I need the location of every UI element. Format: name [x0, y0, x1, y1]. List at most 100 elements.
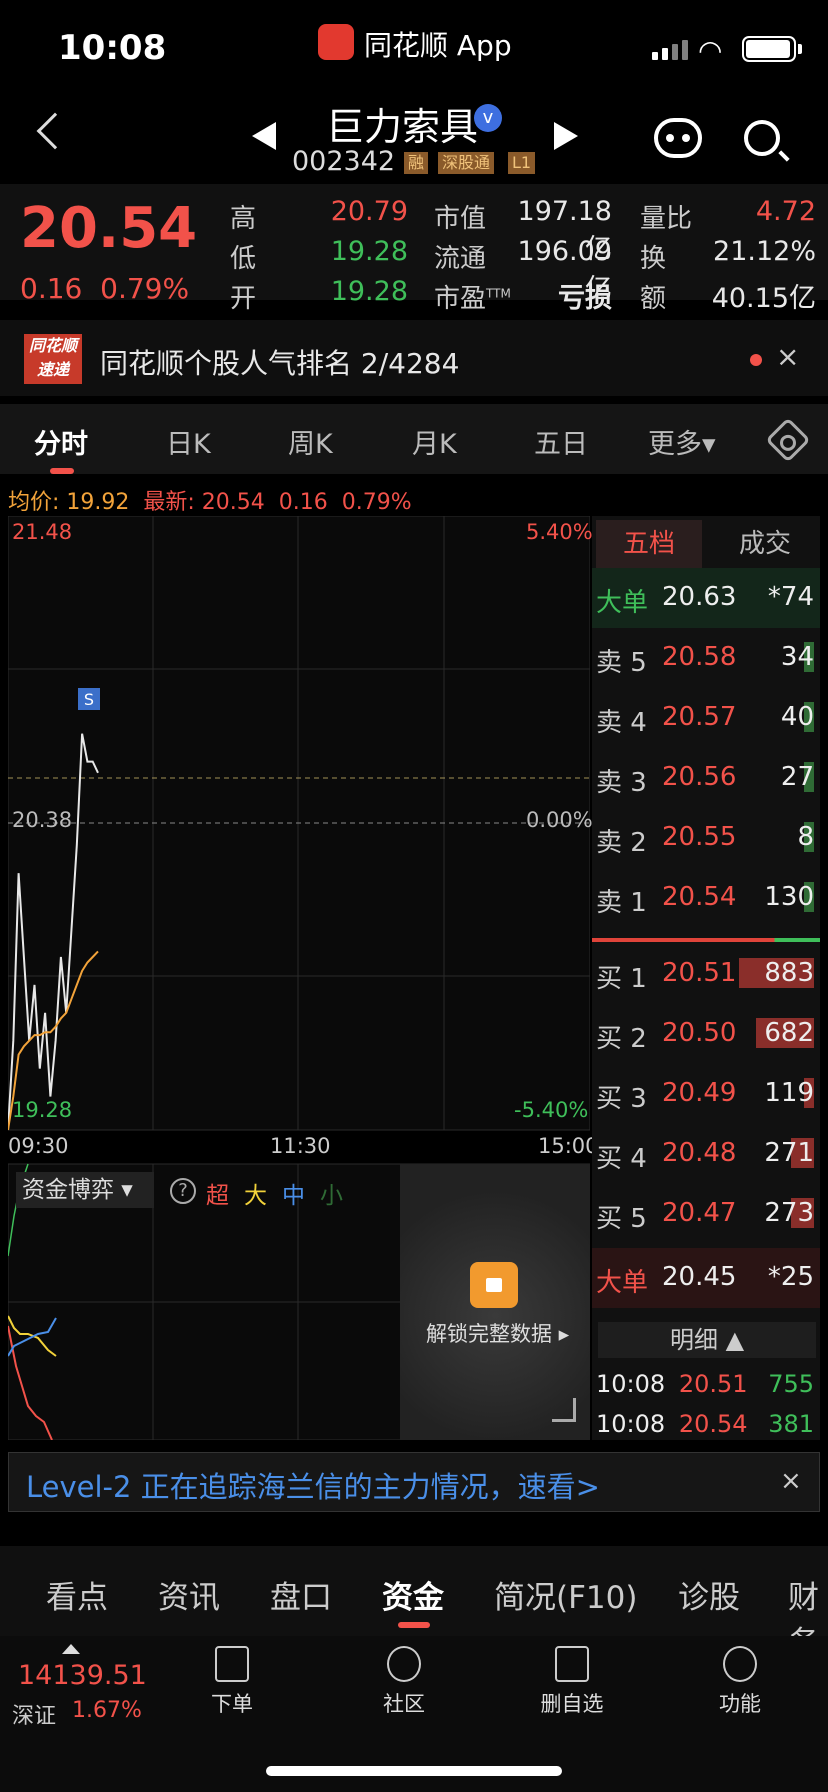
- tab-order-flow[interactable]: 盘口: [270, 1572, 332, 1617]
- expand-icon[interactable]: [552, 1398, 576, 1422]
- level-volume: 682: [764, 1018, 814, 1048]
- index-expand-icon[interactable]: [62, 1644, 80, 1654]
- axis-mid-percent: 0.00%: [526, 808, 593, 832]
- trade-price: 20.51: [678, 1370, 748, 1398]
- level-volume: 27: [780, 762, 814, 792]
- tab-trades[interactable]: 成交: [712, 520, 818, 568]
- level-price: 20.57: [662, 702, 737, 732]
- level-label: 买 1: [596, 964, 647, 994]
- level-volume: 40: [780, 702, 814, 732]
- low-value: 19.28: [330, 236, 408, 267]
- axis-time-open: 09:30: [8, 1134, 69, 1158]
- level-label: 卖 3: [596, 768, 647, 798]
- robot-icon[interactable]: [654, 118, 702, 158]
- community-button[interactable]: 社区: [354, 1646, 454, 1718]
- price-change: 0.16 0.79%: [20, 272, 189, 305]
- high-value: 20.79: [330, 196, 408, 227]
- order-book-row: 卖 1 20.54 130: [592, 868, 820, 928]
- level-label: 买 2: [596, 1024, 647, 1054]
- level-price: 20.55: [662, 822, 737, 852]
- level-price: 20.50: [662, 1018, 737, 1048]
- legend-small: 小: [320, 1183, 343, 1209]
- tab-news[interactable]: 资讯: [158, 1572, 220, 1617]
- low-label: 低: [230, 244, 257, 274]
- order-button[interactable]: 下单: [182, 1646, 282, 1718]
- level-volume: *74: [767, 582, 814, 612]
- legend-medium: 中: [282, 1183, 305, 1209]
- level-label: 卖 2: [596, 828, 647, 858]
- lock-icon[interactable]: [470, 1262, 518, 1308]
- functions-label: 功能: [719, 1692, 761, 1716]
- turnover-value: 21.12%: [713, 236, 816, 267]
- trade-time: 10:08: [596, 1370, 666, 1398]
- back-icon[interactable]: [36, 112, 74, 150]
- tab-weekly-k[interactable]: 周K: [288, 422, 333, 461]
- tab-daily-k[interactable]: 日K: [166, 422, 211, 461]
- level2-text[interactable]: Level-2 正在追踪海兰信的主力情况，速看>: [26, 1464, 600, 1506]
- level-price: 20.45: [662, 1262, 737, 1292]
- order-book-row: 买 2 20.50 682: [592, 1004, 820, 1064]
- tab-monthly-k[interactable]: 月K: [412, 422, 457, 461]
- tab-highlights[interactable]: 看点: [46, 1572, 108, 1617]
- last-price: 20.54: [20, 196, 198, 261]
- next-stock-icon[interactable]: [554, 122, 578, 150]
- tab-five-levels[interactable]: 五档: [596, 520, 702, 568]
- tab-five-day[interactable]: 五日: [534, 422, 588, 461]
- remove-watchlist-button[interactable]: 删自选: [522, 1646, 622, 1718]
- tab-capital[interactable]: 资金: [382, 1572, 444, 1617]
- level-volume: 883: [764, 958, 814, 988]
- level-label: 大单: [596, 1268, 649, 1298]
- index-name: 深证: [12, 1704, 57, 1729]
- close-icon[interactable]: ×: [780, 1466, 802, 1496]
- tab-f10[interactable]: 简况(F10): [494, 1572, 637, 1617]
- active-tab-indicator: [50, 468, 74, 474]
- app-name: 同花顺 App: [364, 29, 512, 62]
- level-price: 20.63: [662, 582, 737, 612]
- change-value: 0.16: [20, 272, 83, 305]
- level-price: 20.49: [662, 1078, 737, 1108]
- margin-tag: 融: [404, 152, 429, 174]
- level-price: 20.58: [662, 642, 737, 672]
- detail-header[interactable]: 明细 ▲: [598, 1322, 816, 1358]
- level-label: 大单: [596, 588, 649, 618]
- tab-more[interactable]: 更多▾: [648, 422, 716, 461]
- community-icon: [387, 1646, 421, 1682]
- level-volume: *25: [767, 1262, 814, 1292]
- search-icon[interactable]: [744, 120, 780, 156]
- remove-watchlist-icon: [555, 1646, 589, 1682]
- amount-label: 额: [640, 284, 667, 314]
- order-book-row: 买 4 20.48 271: [592, 1124, 820, 1184]
- capital-dropdown[interactable]: 资金博弈 ▾: [16, 1172, 154, 1208]
- stock-name: 巨力索具: [326, 105, 479, 149]
- level-volume: 130: [764, 882, 814, 912]
- prev-stock-icon[interactable]: [252, 122, 276, 150]
- float-cap-label: 流通: [434, 244, 487, 274]
- latest-price: 最新: 20.54: [143, 490, 265, 515]
- close-icon[interactable]: ×: [776, 340, 799, 373]
- level-label: 卖 4: [596, 708, 647, 738]
- signal-icon: [652, 40, 688, 60]
- app-logo-icon: [318, 24, 354, 60]
- unlock-data-link[interactable]: 解锁完整数据 ▸: [426, 1318, 569, 1348]
- help-icon[interactable]: ?: [170, 1178, 196, 1204]
- volume-ratio-value: 4.72: [755, 196, 816, 227]
- tab-diagnose[interactable]: 诊股: [678, 1572, 740, 1617]
- marker-label: S: [84, 690, 94, 709]
- axis-top-price: 21.48: [12, 520, 73, 544]
- volume-ratio-label: 量比: [640, 204, 693, 234]
- status-time: 10:08: [58, 28, 167, 68]
- axis-time-close: 15:00: [538, 1134, 599, 1158]
- amount-value: 40.15亿: [711, 283, 816, 314]
- index-value[interactable]: 14139.51: [18, 1660, 147, 1691]
- rank-text[interactable]: 同花顺个股人气排名 2/4284: [100, 342, 459, 382]
- tab-intraday[interactable]: 分时: [34, 422, 88, 461]
- level-volume: 119: [764, 1078, 814, 1108]
- functions-button[interactable]: 功能: [690, 1646, 790, 1718]
- trade-volume: 755: [768, 1370, 814, 1398]
- order-label: 下单: [211, 1692, 253, 1716]
- remove-watchlist-label: 删自选: [540, 1692, 604, 1716]
- connect-tag: 深股通: [438, 152, 495, 174]
- battery-icon: [742, 36, 796, 62]
- notification-dot: [750, 354, 762, 366]
- level-price: 20.47: [662, 1198, 737, 1228]
